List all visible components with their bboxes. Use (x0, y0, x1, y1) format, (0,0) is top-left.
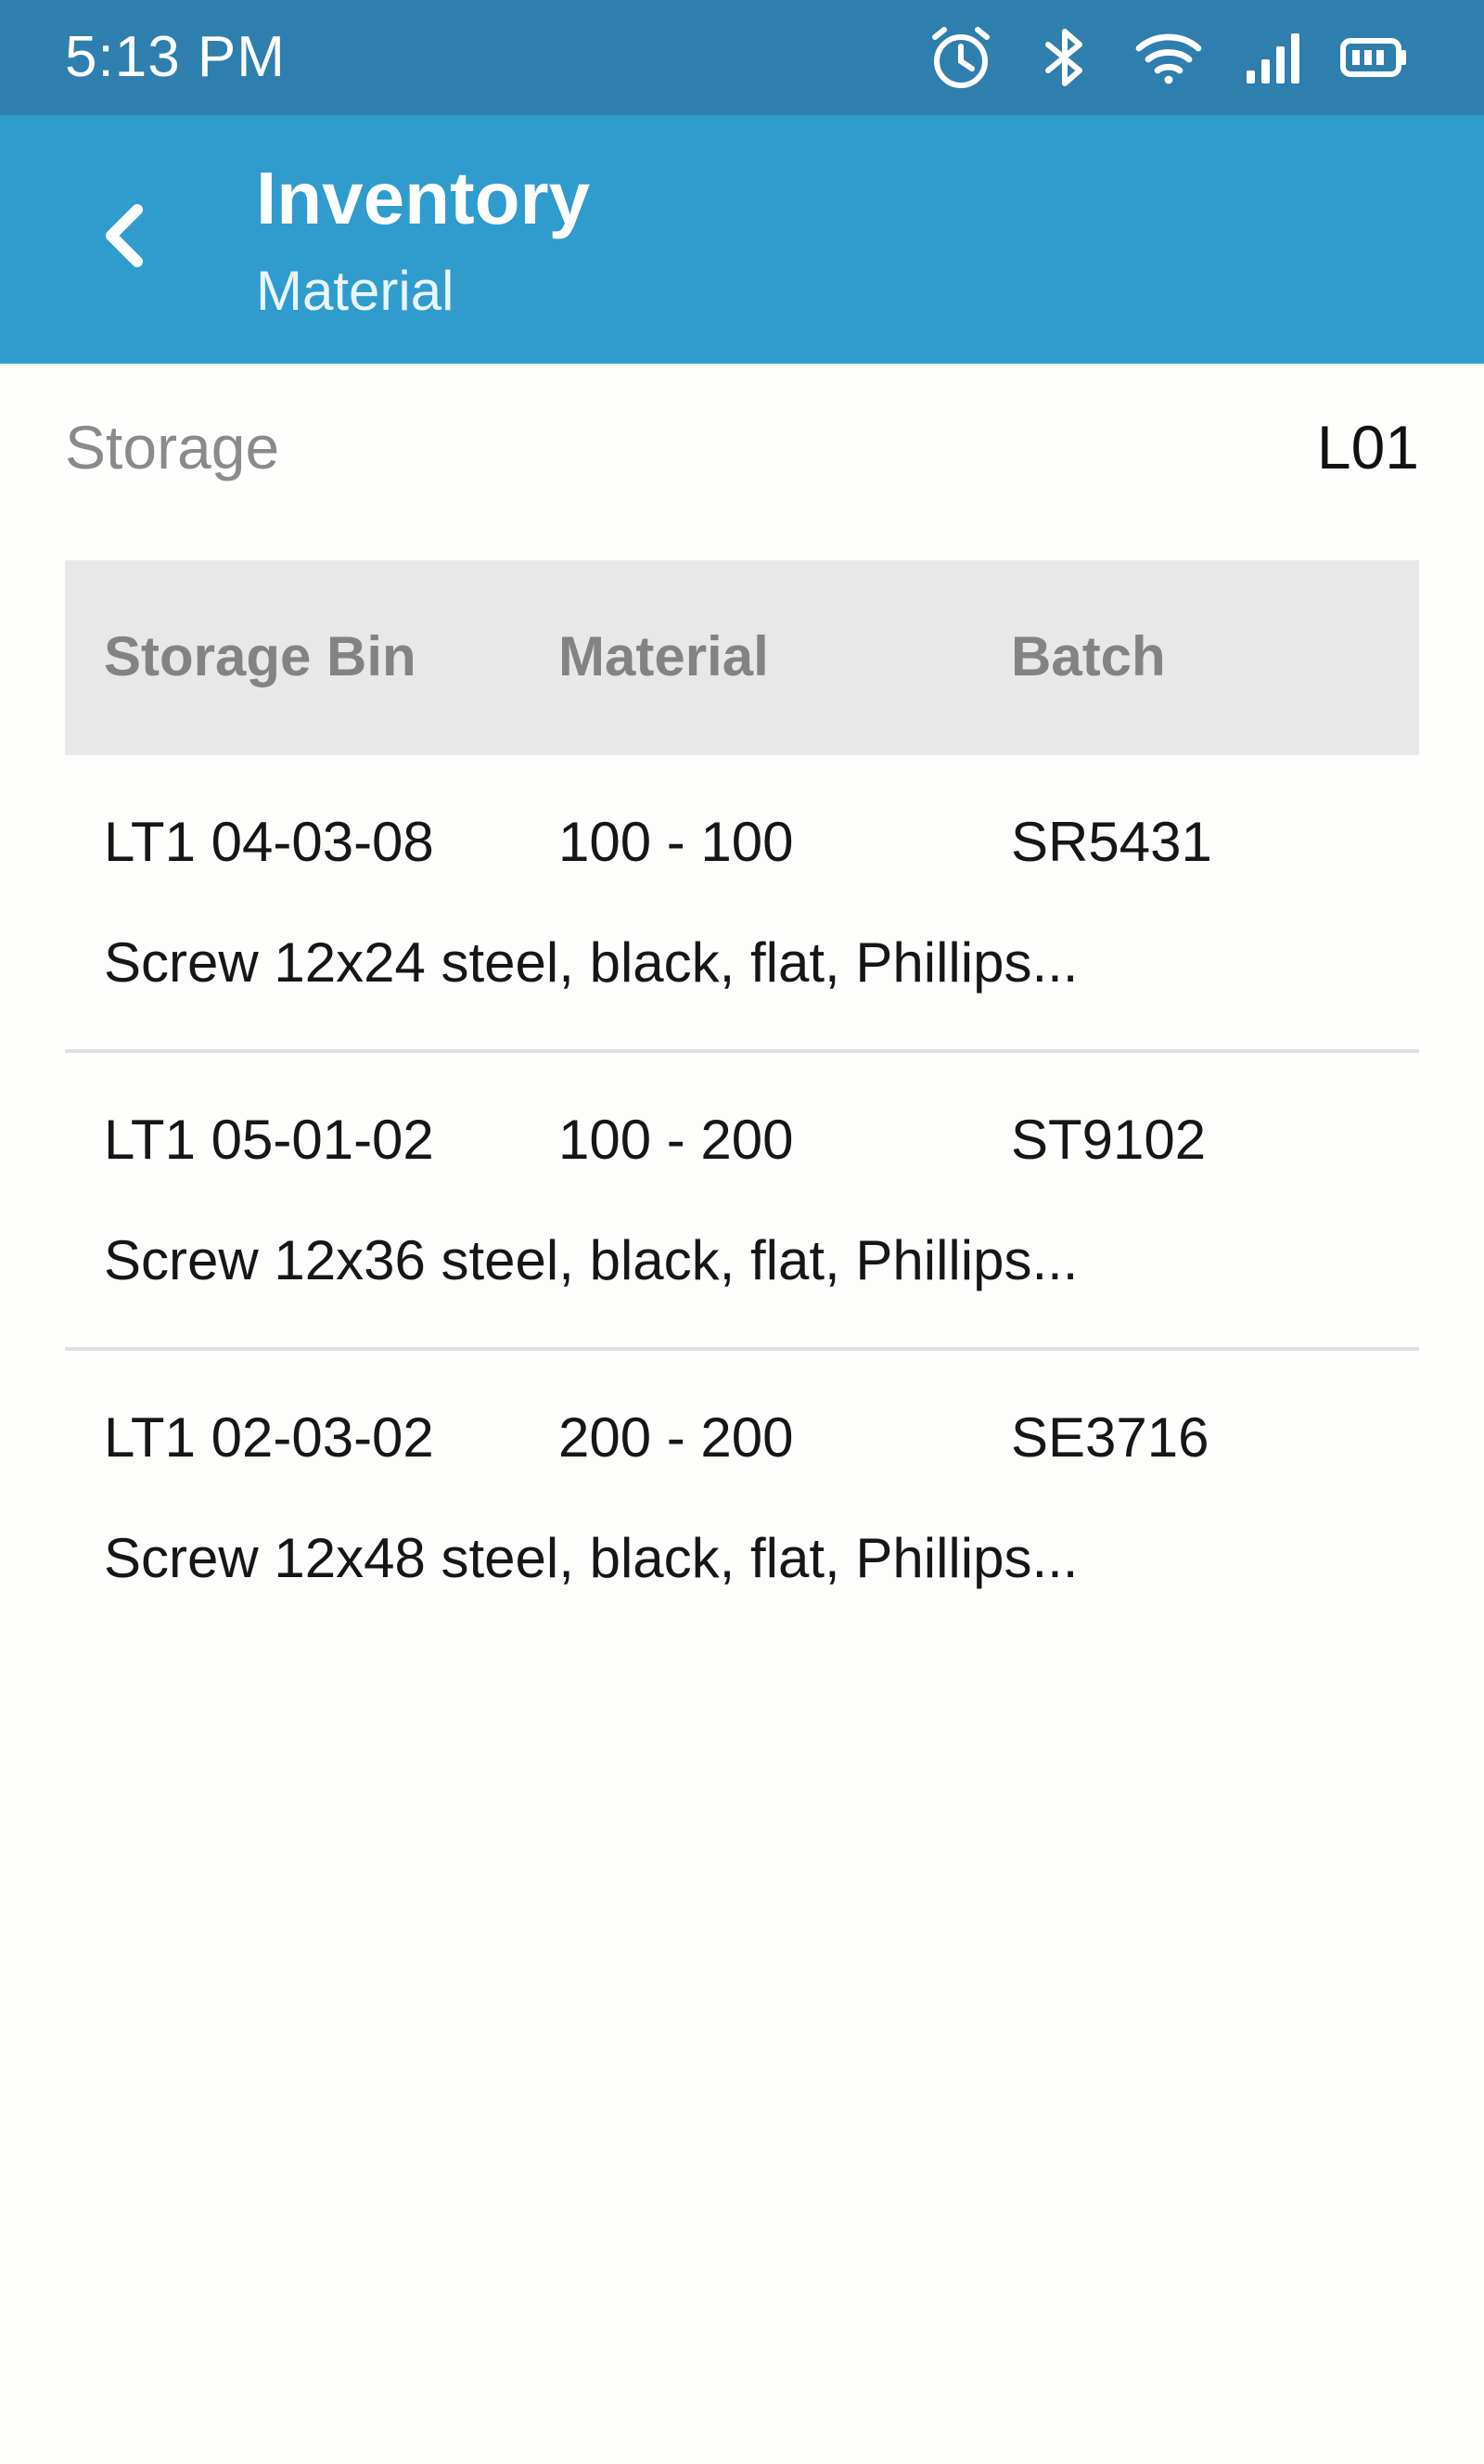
table-row[interactable]: LT1 05-01-02 100 - 200 ST9102 Screw 12x3… (65, 1053, 1419, 1350)
batch-cell: ST9102 (1011, 1109, 1207, 1171)
storage-bin-cell: LT1 04-03-08 (104, 811, 434, 873)
column-header-material: Material (558, 625, 769, 687)
material-description: Screw 12x48 steel, black, flat, Phillips… (104, 1527, 1079, 1589)
wifi-icon (1132, 20, 1206, 95)
storage-label: Storage (65, 413, 280, 481)
table-header: Storage Bin Material Batch (65, 560, 1419, 755)
signal-icon (1235, 20, 1310, 95)
storage-bin-cell: LT1 02-03-02 (104, 1406, 434, 1469)
material-description: Screw 12x36 steel, black, flat, Phillips… (104, 1229, 1079, 1291)
material-cell: 100 - 200 (558, 1109, 794, 1171)
page-subtitle: Material (256, 260, 454, 322)
column-header-storage-bin: Storage Bin (104, 625, 416, 687)
page-title: Inventory (256, 157, 591, 239)
battery-icon (1337, 20, 1412, 95)
bluetooth-icon (1028, 20, 1102, 95)
storage-bin-cell: LT1 05-01-02 (104, 1109, 434, 1171)
storage-row: Storage L01 (65, 401, 1419, 494)
material-cell: 200 - 200 (558, 1406, 794, 1469)
table-row[interactable]: LT1 04-03-08 100 - 100 SR5431 Screw 12x2… (65, 755, 1419, 1052)
app-bar: Inventory Material (0, 115, 1484, 364)
status-bar: 5:13 PM (0, 0, 1484, 115)
batch-cell: SR5431 (1011, 811, 1212, 873)
back-button[interactable] (85, 187, 160, 284)
material-cell: 100 - 100 (558, 811, 794, 873)
chevron-left-icon (85, 187, 160, 284)
batch-cell: SE3716 (1011, 1406, 1209, 1469)
status-time: 5:13 PM (65, 25, 286, 89)
storage-value: L01 (1316, 413, 1419, 481)
table-row[interactable]: LT1 02-03-02 200 - 200 SE3716 Screw 12x4… (65, 1351, 1419, 1648)
column-header-batch: Batch (1011, 625, 1166, 687)
alarm-icon (924, 20, 998, 95)
material-description: Screw 12x24 steel, black, flat, Phillips… (104, 931, 1079, 994)
